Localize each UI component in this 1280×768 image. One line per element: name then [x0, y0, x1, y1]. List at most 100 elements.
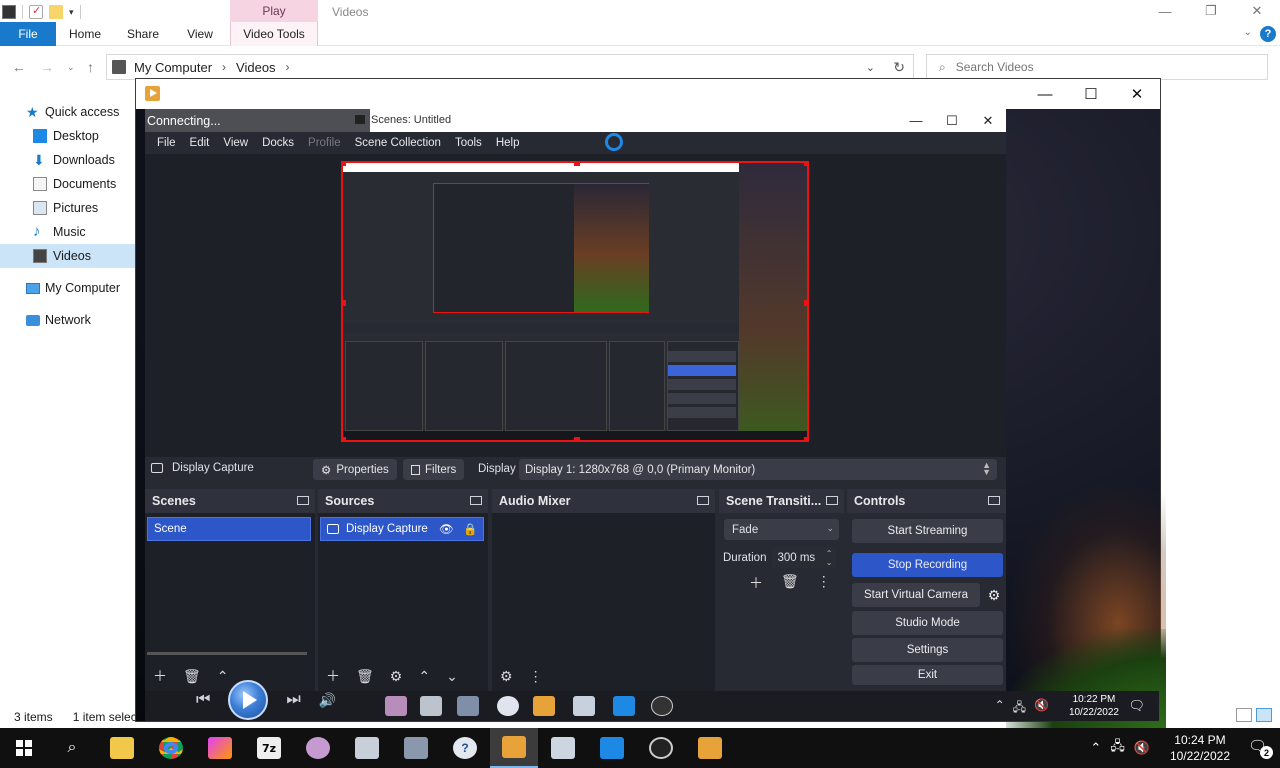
taskbar-notepad[interactable]	[343, 728, 391, 768]
display-select[interactable]: Display 1: 1280x768 @ 0,0 (Primary Monit…	[519, 459, 997, 480]
minimize-button[interactable]: —	[898, 109, 934, 132]
taskbar-obs-studio[interactable]	[637, 728, 685, 768]
customize-toolbar-icon[interactable]: ▾	[69, 7, 74, 18]
studio-mode-button[interactable]: Studio Mode	[852, 611, 1003, 635]
chevron-up-icon[interactable]: ⌃	[1090, 740, 1101, 756]
volume-icon[interactable]: 🔊	[319, 692, 336, 709]
nav-pictures[interactable]: Pictures	[0, 196, 135, 220]
start-streaming-button[interactable]: Start Streaming	[852, 519, 1003, 543]
add-icon[interactable]: ＋	[749, 573, 763, 593]
menu-docks[interactable]: Docks	[255, 137, 301, 149]
scrollbar[interactable]	[147, 652, 307, 655]
undock-icon[interactable]	[470, 496, 482, 505]
up-arrow-icon[interactable]: ↑	[87, 59, 94, 75]
new-folder-icon[interactable]	[49, 5, 63, 19]
start-button[interactable]	[0, 728, 48, 768]
virtual-camera-settings-icon[interactable]: ⚙	[985, 583, 1003, 607]
undock-icon[interactable]	[988, 496, 1000, 505]
trash-icon[interactable]: 🗑	[356, 668, 374, 685]
stop-recording-button[interactable]: Stop Recording	[852, 553, 1003, 577]
tab-share[interactable]: Share	[114, 22, 172, 46]
refresh-icon[interactable]: ↻	[893, 59, 905, 76]
close-button[interactable]: ✕	[970, 109, 1006, 132]
breadcrumb-separator-icon[interactable]: ›	[286, 60, 290, 74]
menu-help[interactable]: Help	[489, 137, 527, 149]
volume-muted-icon[interactable]: 🔇	[1134, 740, 1150, 756]
search-input[interactable]	[955, 60, 1236, 74]
taskbar-camera[interactable]	[392, 728, 440, 768]
eye-icon[interactable]: 👁	[439, 522, 454, 536]
nav-downloads[interactable]: ⬇ Downloads	[0, 148, 135, 172]
list-item-scene[interactable]: Scene	[147, 517, 311, 541]
close-button[interactable]: ✕	[1234, 0, 1280, 22]
menu-edit[interactable]: Edit	[183, 137, 217, 149]
chevron-down-icon[interactable]: ⌄	[446, 668, 458, 685]
lock-icon[interactable]: 🔒	[463, 522, 477, 536]
taskbar-paint-3d[interactable]	[294, 728, 342, 768]
nav-my-computer[interactable]: My Computer	[0, 276, 135, 300]
notification-center-icon[interactable]: 🗨 2	[1248, 737, 1273, 759]
taskbar-7zip[interactable]: 7z	[245, 728, 293, 768]
gear-icon[interactable]: ⚙	[390, 668, 403, 685]
play-button[interactable]	[228, 680, 269, 720]
filters-button[interactable]: Filters	[403, 459, 465, 480]
undock-icon[interactable]	[297, 496, 309, 505]
minimize-button[interactable]: —	[1022, 79, 1068, 109]
taskbar-help[interactable]: ?	[441, 728, 489, 768]
menu-scene-collection[interactable]: Scene Collection	[348, 137, 448, 149]
nav-music[interactable]: ♪ Music	[0, 220, 135, 244]
resize-handle[interactable]	[804, 437, 807, 440]
stepper-icon[interactable]: ⌃ ⌄	[826, 549, 833, 567]
tab-view[interactable]: View	[172, 22, 228, 46]
breadcrumb-my-computer[interactable]: My Computer	[134, 60, 212, 75]
recent-locations-icon[interactable]: ⌄	[67, 62, 75, 73]
taskbar-search-icon[interactable]: ⌕	[48, 728, 96, 768]
minimize-button[interactable]: —	[1142, 0, 1188, 22]
resize-handle[interactable]	[574, 437, 580, 440]
settings-button[interactable]: Settings	[852, 638, 1003, 662]
maximize-button[interactable]: ❐	[1188, 0, 1234, 22]
large-icons-view-icon[interactable]	[1256, 708, 1272, 722]
more-menu-icon[interactable]: ⋮	[817, 573, 831, 593]
taskbar-image-viewer[interactable]	[196, 728, 244, 768]
nav-desktop[interactable]: Desktop	[0, 124, 135, 148]
preview-canvas[interactable]	[341, 161, 809, 442]
resize-handle[interactable]	[804, 300, 807, 306]
details-view-icon[interactable]	[1236, 708, 1252, 722]
taskbar-remote-desktop[interactable]	[588, 728, 636, 768]
menu-view[interactable]: View	[216, 137, 255, 149]
nav-quick-access[interactable]: ★ Quick access	[0, 100, 135, 124]
taskbar-file-explorer[interactable]	[98, 728, 146, 768]
menu-profile[interactable]: Profile	[301, 137, 348, 149]
tab-video-tools[interactable]: Video Tools	[230, 22, 318, 46]
maximize-button[interactable]: ☐	[934, 109, 970, 132]
nav-network[interactable]: Network	[0, 308, 135, 332]
address-dropdown-icon[interactable]: ⌄	[866, 61, 875, 74]
nav-videos[interactable]: Videos	[0, 244, 135, 268]
undock-icon[interactable]	[826, 496, 838, 505]
tab-home[interactable]: Home	[56, 22, 114, 46]
expand-ribbon-icon[interactable]: ⌄	[1244, 27, 1252, 38]
duration-input[interactable]: 300 ms ⌃ ⌄	[772, 547, 837, 568]
exit-button[interactable]: Exit	[852, 665, 1003, 685]
search-box[interactable]: ⌕	[926, 54, 1268, 80]
resize-handle[interactable]	[343, 163, 346, 166]
taskbar-clipboard-app[interactable]	[539, 728, 587, 768]
resize-handle[interactable]	[343, 300, 346, 306]
forward-arrow-icon[interactable]: →	[40, 59, 54, 75]
start-virtual-camera-button[interactable]: Start Virtual Camera	[852, 583, 980, 607]
address-bar[interactable]: My Computer › Videos › ⌄ ↻	[106, 54, 914, 80]
properties-button[interactable]: ⚙ Properties	[313, 459, 397, 480]
network-icon[interactable]: 🖧	[1110, 737, 1125, 759]
resize-handle[interactable]	[343, 437, 346, 440]
previous-track-icon[interactable]: ⏮	[196, 691, 210, 709]
more-menu-icon[interactable]: ⋮	[529, 668, 543, 685]
resize-handle[interactable]	[804, 163, 807, 166]
properties-icon[interactable]: ✓	[29, 5, 43, 19]
breadcrumb-separator-icon[interactable]: ›	[222, 60, 226, 74]
obs-preview-area[interactable]	[145, 154, 1006, 457]
chevron-up-icon[interactable]: ⌃	[418, 668, 430, 685]
next-track-icon[interactable]: ⏭	[286, 691, 300, 709]
close-button[interactable]: ✕	[1114, 79, 1160, 109]
trash-icon[interactable]: 🗑	[781, 573, 799, 593]
